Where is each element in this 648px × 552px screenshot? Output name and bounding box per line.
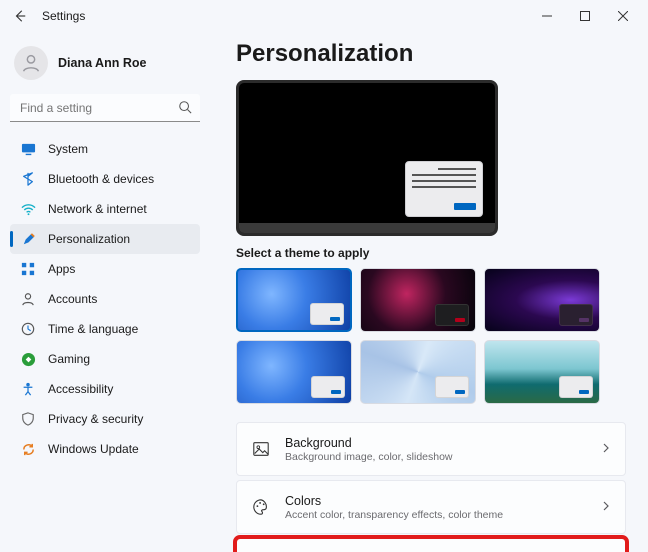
wifi-icon — [20, 201, 36, 217]
nav-time[interactable]: Time & language — [10, 314, 200, 344]
nav-label: Personalization — [48, 232, 130, 246]
nav-privacy[interactable]: Privacy & security — [10, 404, 200, 434]
nav-network[interactable]: Network & internet — [10, 194, 200, 224]
nav-personalization[interactable]: Personalization — [10, 224, 200, 254]
arrow-left-icon — [13, 9, 27, 23]
accounts-icon — [20, 291, 36, 307]
nav-apps[interactable]: Apps — [10, 254, 200, 284]
nav-accessibility[interactable]: Accessibility — [10, 374, 200, 404]
nav-system[interactable]: System — [10, 134, 200, 164]
setting-colors[interactable]: Colors Accent color, transparency effect… — [236, 480, 626, 534]
setting-themes[interactable]: Themes Install, create, manage — [236, 538, 626, 552]
theme-option-4[interactable] — [236, 340, 352, 404]
desktop-preview — [236, 80, 498, 236]
image-icon — [251, 439, 271, 459]
maximize-button[interactable] — [566, 2, 604, 30]
theme-option-1[interactable] — [236, 268, 352, 332]
palette-icon — [251, 497, 271, 517]
nav-label: Accessibility — [48, 382, 113, 396]
minimize-button[interactable] — [528, 2, 566, 30]
apps-icon — [20, 261, 36, 277]
nav-gaming[interactable]: Gaming — [10, 344, 200, 374]
avatar — [14, 46, 48, 80]
nav-label: System — [48, 142, 88, 156]
close-icon — [618, 11, 628, 21]
setting-title: Background — [285, 436, 587, 450]
nav-bluetooth[interactable]: Bluetooth & devices — [10, 164, 200, 194]
back-button[interactable] — [6, 2, 34, 30]
window-title: Settings — [42, 9, 85, 23]
user-account[interactable]: Diana Ann Roe — [10, 40, 200, 94]
nav-update[interactable]: Windows Update — [10, 434, 200, 464]
setting-desc: Accent color, transparency effects, colo… — [285, 509, 587, 521]
maximize-icon — [580, 11, 590, 21]
nav-label: Time & language — [48, 322, 138, 336]
close-button[interactable] — [604, 2, 642, 30]
paintbrush-icon — [20, 231, 36, 247]
setting-desc: Background image, color, slideshow — [285, 451, 587, 463]
nav-label: Network & internet — [48, 202, 147, 216]
setting-title: Colors — [285, 494, 587, 508]
theme-section-label: Select a theme to apply — [236, 246, 626, 260]
nav-label: Accounts — [48, 292, 97, 306]
nav-accounts[interactable]: Accounts — [10, 284, 200, 314]
minimize-icon — [542, 11, 552, 21]
gaming-icon — [20, 351, 36, 367]
themes-grid — [236, 268, 626, 404]
chevron-right-icon — [601, 442, 611, 456]
system-icon — [20, 141, 36, 157]
theme-option-3[interactable] — [484, 268, 600, 332]
nav-label: Gaming — [48, 352, 90, 366]
nav-label: Privacy & security — [48, 412, 143, 426]
bluetooth-icon — [20, 171, 36, 187]
theme-option-5[interactable] — [360, 340, 476, 404]
chevron-right-icon — [601, 500, 611, 514]
accessibility-icon — [20, 381, 36, 397]
user-name: Diana Ann Roe — [58, 56, 146, 70]
nav-label: Windows Update — [48, 442, 139, 456]
clock-icon — [20, 321, 36, 337]
update-icon — [20, 441, 36, 457]
nav-label: Apps — [48, 262, 75, 276]
search-input[interactable] — [10, 94, 200, 122]
page-title: Personalization — [236, 40, 626, 68]
search-box[interactable] — [10, 94, 200, 122]
setting-background[interactable]: Background Background image, color, slid… — [236, 422, 626, 476]
theme-option-2[interactable] — [360, 268, 476, 332]
theme-option-6[interactable] — [484, 340, 600, 404]
person-icon — [20, 52, 42, 74]
nav-list: System Bluetooth & devices Network & int… — [10, 134, 200, 464]
search-icon — [178, 100, 192, 117]
shield-icon — [20, 411, 36, 427]
preview-window — [405, 161, 483, 217]
nav-label: Bluetooth & devices — [48, 172, 154, 186]
